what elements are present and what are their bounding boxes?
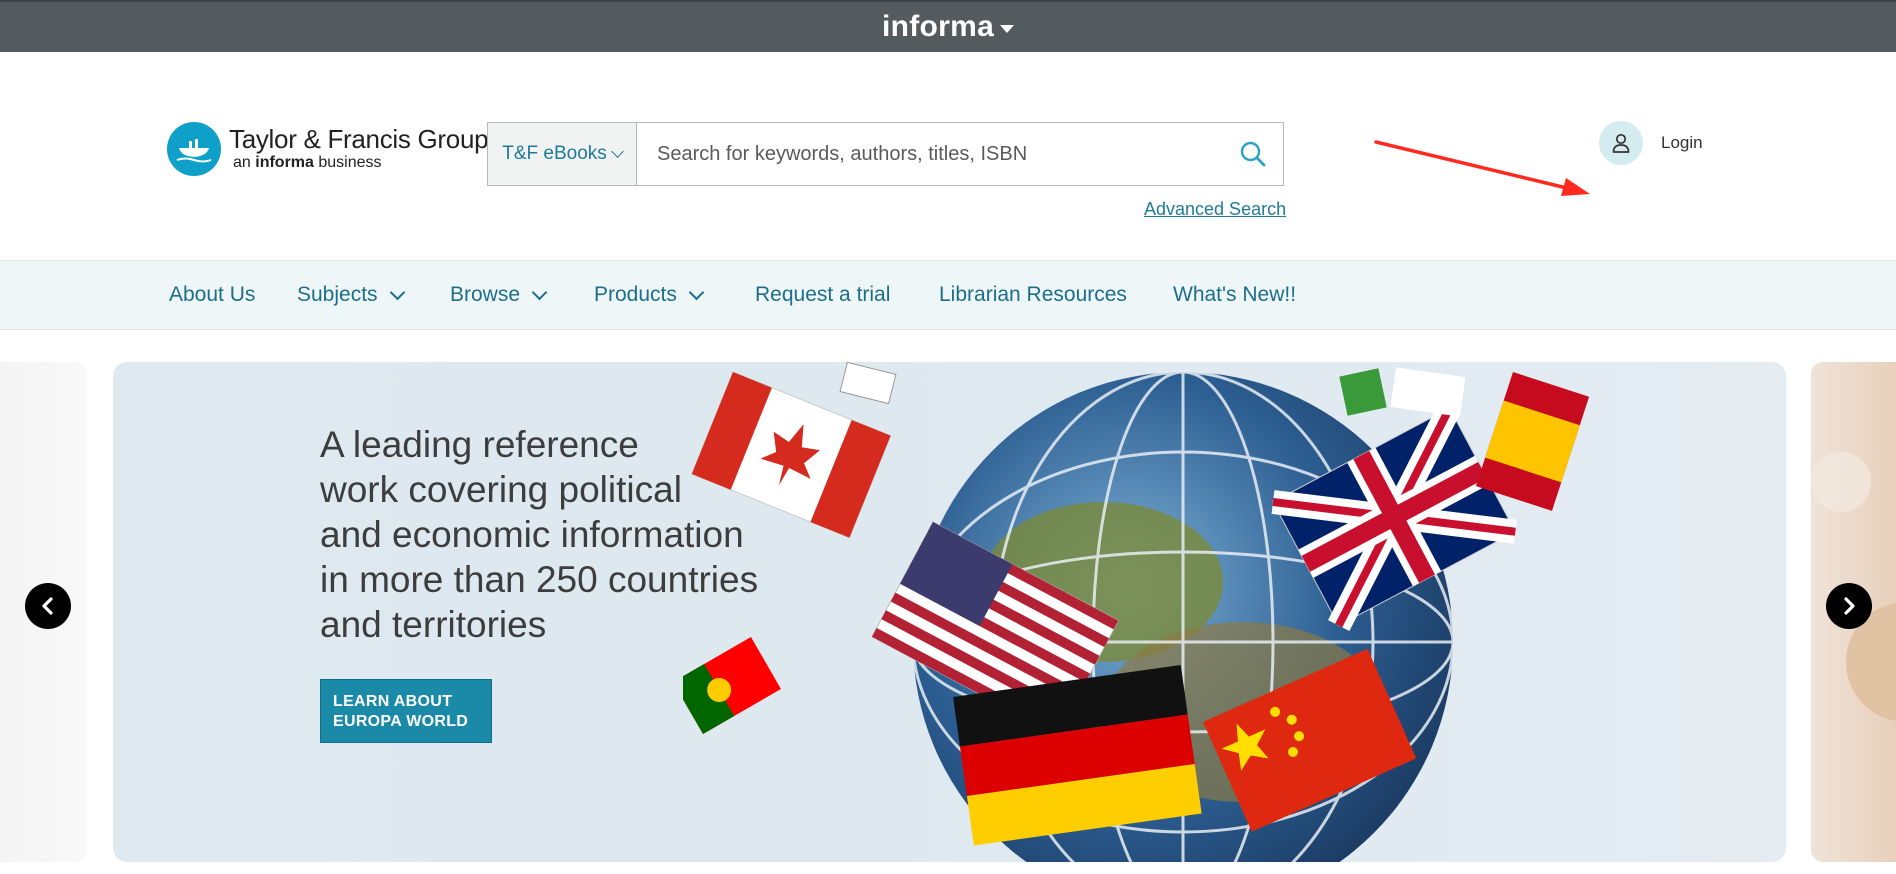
nav-item-request-trial[interactable]: Request a trial xyxy=(755,261,890,329)
main-nav: About Us Subjects Browse Products Reques… xyxy=(0,260,1896,330)
nav-item-browse[interactable]: Browse xyxy=(450,261,548,329)
cta-line: LEARN ABOUT xyxy=(333,693,453,710)
nav-item-label: Products xyxy=(594,283,677,306)
search-scope-label: T&F eBooks xyxy=(502,143,607,164)
advanced-search-link[interactable]: Advanced Search xyxy=(1144,199,1286,220)
hero-carousel: A leading reference work covering politi… xyxy=(0,330,1896,874)
nav-item-whats-new[interactable]: What's New!! xyxy=(1173,261,1296,329)
logo-title: Taylor & Francis Group xyxy=(229,124,489,154)
site-header: Taylor & Francis Group an informa busine… xyxy=(0,52,1896,260)
cta-line: EUROPA WORLD xyxy=(333,713,469,730)
informa-top-bar: informa xyxy=(0,0,1896,52)
login-button[interactable]: Login xyxy=(1599,121,1703,165)
login-label: Login xyxy=(1661,133,1703,152)
search-input[interactable] xyxy=(637,123,1223,185)
carousel-next-button[interactable] xyxy=(1826,583,1872,629)
informa-brand-label: informa xyxy=(881,10,995,43)
logo-subtitle: an informa business xyxy=(233,154,382,171)
nav-item-label: Librarian Resources xyxy=(939,283,1127,306)
chevron-down-icon xyxy=(610,145,624,158)
informa-brand-menu[interactable]: informa xyxy=(881,10,1015,44)
search-bar: T&F eBooks xyxy=(487,122,1284,186)
search-icon xyxy=(1240,141,1266,167)
headline-line: A leading reference xyxy=(320,424,639,465)
nav-item-about-us[interactable]: About Us xyxy=(169,261,255,329)
nav-item-librarian-resources[interactable]: Librarian Resources xyxy=(939,261,1127,329)
headline-line: and economic information xyxy=(320,514,744,555)
nav-item-products[interactable]: Products xyxy=(594,261,705,329)
slide-headline: A leading reference work covering politi… xyxy=(320,422,840,647)
headline-line: work covering political xyxy=(320,469,682,510)
carousel-active-slide: A leading reference work covering politi… xyxy=(113,362,1786,862)
caret-down-icon xyxy=(1000,25,1015,33)
search-scope-dropdown[interactable]: T&F eBooks xyxy=(488,123,637,185)
nav-item-label: Browse xyxy=(450,283,521,306)
headline-line: and territories xyxy=(320,604,547,645)
nav-item-subjects[interactable]: Subjects xyxy=(297,261,405,329)
search-button[interactable] xyxy=(1223,123,1283,185)
nav-item-label: Request a trial xyxy=(755,283,891,306)
carousel-prev-button[interactable] xyxy=(25,583,71,629)
headline-line: in more than 250 countries xyxy=(320,559,759,600)
globe-flags-image xyxy=(683,362,1590,862)
chevron-down-icon xyxy=(531,284,548,300)
nav-item-label: What's New!! xyxy=(1173,283,1297,306)
chevron-right-icon xyxy=(1844,597,1855,615)
tf-logo-icon xyxy=(167,122,221,176)
tf-logo-link[interactable]: Taylor & Francis Group an informa busine… xyxy=(167,122,489,176)
chevron-down-icon xyxy=(688,284,705,300)
nav-item-label: Subjects xyxy=(297,283,378,306)
chevron-down-icon xyxy=(389,284,405,300)
user-icon xyxy=(1599,121,1643,165)
learn-about-europa-world-button[interactable]: LEARN ABOUT EUROPA WORLD xyxy=(320,679,492,743)
annotation-arrow-icon xyxy=(1374,140,1590,196)
chevron-left-icon xyxy=(42,597,53,615)
nav-item-label: About Us xyxy=(169,283,256,306)
